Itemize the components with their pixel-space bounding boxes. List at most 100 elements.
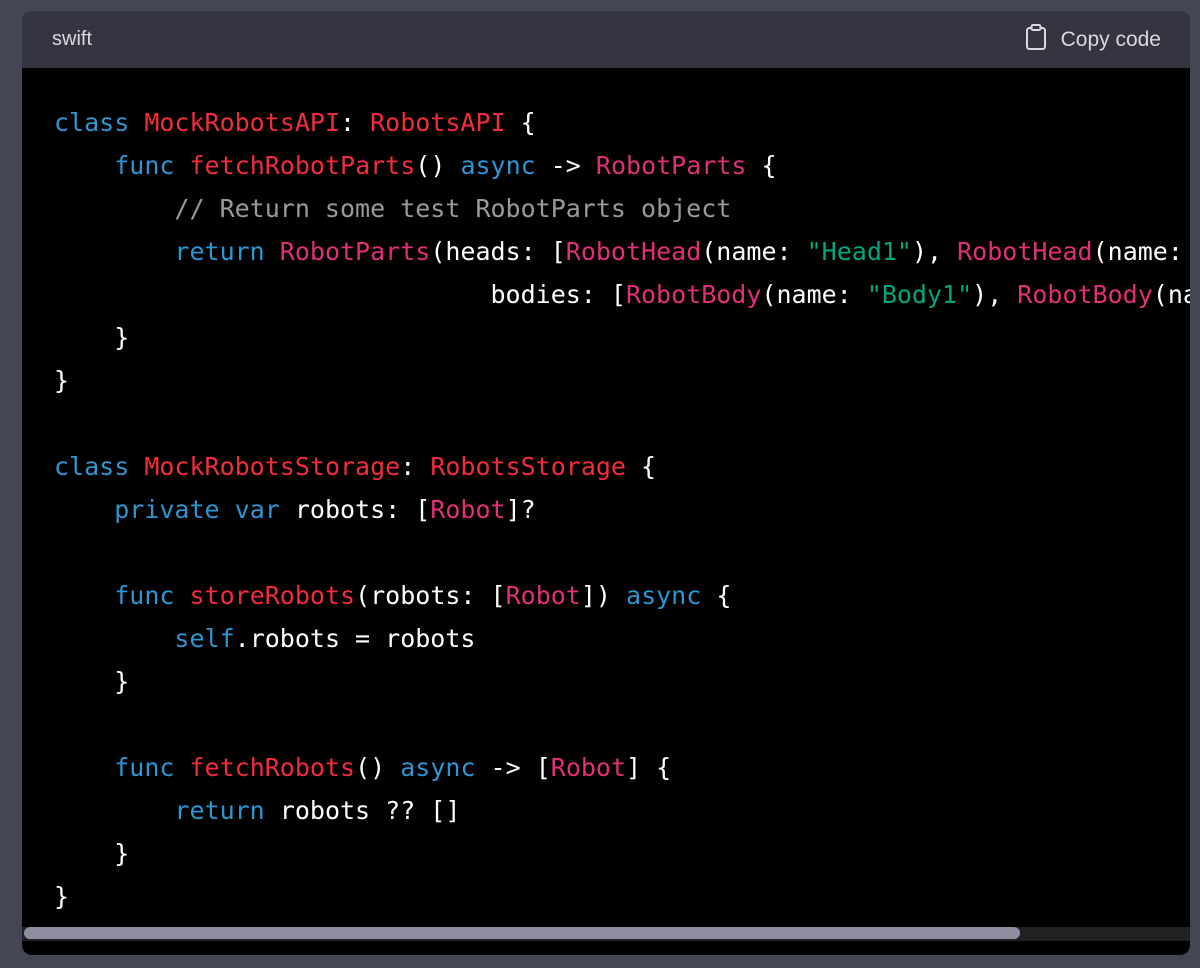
code-token: { (746, 151, 777, 180)
code-line: func fetchRobotParts() async -> RobotPar… (54, 144, 1190, 187)
code-token: ]? (505, 495, 536, 524)
code-token: private (114, 495, 220, 524)
code-token: } (54, 667, 130, 696)
code-token: MockRobotsStorage (144, 452, 401, 481)
code-token: -> (535, 151, 596, 180)
code-token: } (54, 323, 130, 352)
code-token: ), (972, 280, 1018, 309)
code-token: -> [ (475, 753, 551, 782)
code-token: ] { (626, 753, 672, 782)
code-token: async (400, 753, 476, 782)
code-token: async (626, 581, 702, 610)
code-token: : (400, 452, 431, 481)
copy-code-label: Copy code (1060, 27, 1161, 51)
code-line: private var robots: [Robot]? (54, 488, 1190, 531)
code-header: swift Copy code (22, 11, 1190, 68)
code-token: { (505, 108, 536, 137)
code-content: class MockRobotsAPI: RobotsAPI { func fe… (22, 68, 1190, 918)
copy-code-button[interactable]: Copy code (1025, 23, 1161, 56)
code-line: func storeRobots(robots: [Robot]) async … (54, 574, 1190, 617)
code-line: bodies: [RobotBody(name: "Body1"), Robot… (54, 273, 1190, 316)
horizontal-scrollbar[interactable] (22, 927, 1190, 941)
code-token: { (701, 581, 732, 610)
code-line: self.robots = robots (54, 617, 1190, 660)
code-line: } (54, 316, 1190, 359)
code-token: (name: (701, 237, 807, 266)
code-token: RobotParts (279, 237, 431, 266)
code-token: (name: (761, 280, 867, 309)
code-token: async (460, 151, 536, 180)
code-body[interactable]: class MockRobotsAPI: RobotsAPI { func fe… (22, 68, 1190, 941)
code-token: "Head1" (806, 237, 912, 266)
code-token: (name: (1152, 280, 1190, 309)
code-token: () (415, 151, 461, 180)
code-token: class (54, 452, 130, 481)
code-line: } (54, 359, 1190, 402)
clipboard-icon (1025, 23, 1047, 56)
code-token: return (174, 796, 265, 825)
code-token: } (54, 882, 70, 911)
code-token: ), (911, 237, 958, 266)
code-token: func (114, 753, 175, 782)
code-token: func (114, 151, 175, 180)
code-token: ]) (580, 581, 627, 610)
code-token: fetchRobots (189, 753, 356, 782)
code-line: } (54, 875, 1190, 918)
code-token: RobotBody (1017, 280, 1153, 309)
code-token: "Body1" (866, 280, 973, 309)
code-token: class (54, 108, 130, 137)
code-token: } (54, 366, 70, 395)
code-line: } (54, 660, 1190, 703)
code-line: return RobotParts(heads: [RobotHead(name… (54, 230, 1190, 273)
code-token: RobotHead (565, 237, 702, 266)
code-line: return robots ?? [] (54, 789, 1190, 832)
code-token: robots: [ (279, 495, 431, 524)
code-token: RobotHead (957, 237, 1093, 266)
code-token: (robots: [ (355, 581, 506, 610)
code-token: // Return some test RobotParts object (174, 194, 732, 223)
code-token: self (174, 624, 235, 653)
code-token: bodies: [ (54, 280, 626, 309)
code-token: (heads: [ (430, 237, 566, 266)
code-token: func (114, 581, 175, 610)
code-token: () (355, 753, 401, 782)
code-line: func fetchRobots() async -> [Robot] { (54, 746, 1190, 789)
code-token: .robots = robots (234, 624, 476, 653)
code-line: } (54, 832, 1190, 875)
code-token: (name: (1092, 237, 1190, 266)
code-line: class MockRobotsStorage: RobotsStorage { (54, 445, 1190, 488)
code-token: return (174, 237, 265, 266)
code-token: var (234, 495, 280, 524)
code-token: RobotsStorage (430, 452, 626, 481)
code-token: RobotBody (625, 280, 762, 309)
code-token: Robot (505, 581, 581, 610)
code-token: robots ?? [] (264, 796, 461, 825)
code-token: storeRobots (189, 581, 356, 610)
code-token: Robot (430, 495, 506, 524)
code-block: swift Copy code class MockRobotsAPI: Rob… (22, 11, 1190, 955)
code-token: RobotParts (595, 151, 747, 180)
scrollbar-thumb[interactable] (24, 927, 1020, 939)
code-token: RobotsAPI (370, 108, 506, 137)
code-token: { (625, 452, 657, 481)
code-line: class MockRobotsAPI: RobotsAPI { (54, 101, 1190, 144)
code-token: } (54, 839, 130, 868)
